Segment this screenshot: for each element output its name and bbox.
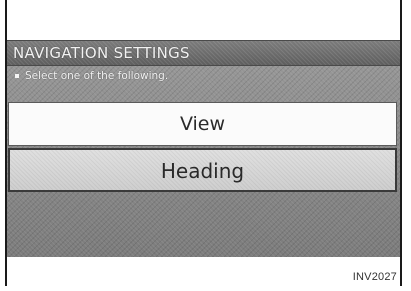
bullet-icon — [15, 74, 19, 78]
title-bar: NAVIGATION SETTINGS — [7, 40, 400, 66]
instruction-text-row: Select one of the following. — [15, 70, 168, 82]
view-option-button[interactable]: View — [8, 102, 397, 146]
heading-option-label: Heading — [160, 159, 245, 183]
navigation-settings-screen: NAVIGATION SETTINGS Select one of the fo… — [7, 40, 400, 257]
heading-option-button[interactable]: Heading — [8, 148, 397, 192]
instruction-text: Select one of the following. — [25, 70, 169, 82]
figure-code: INV2027 — [352, 271, 397, 283]
display-frame: NAVIGATION SETTINGS Select one of the fo… — [5, 0, 402, 286]
screen-title: NAVIGATION SETTINGS — [13, 44, 190, 62]
view-option-label: View — [179, 113, 226, 135]
